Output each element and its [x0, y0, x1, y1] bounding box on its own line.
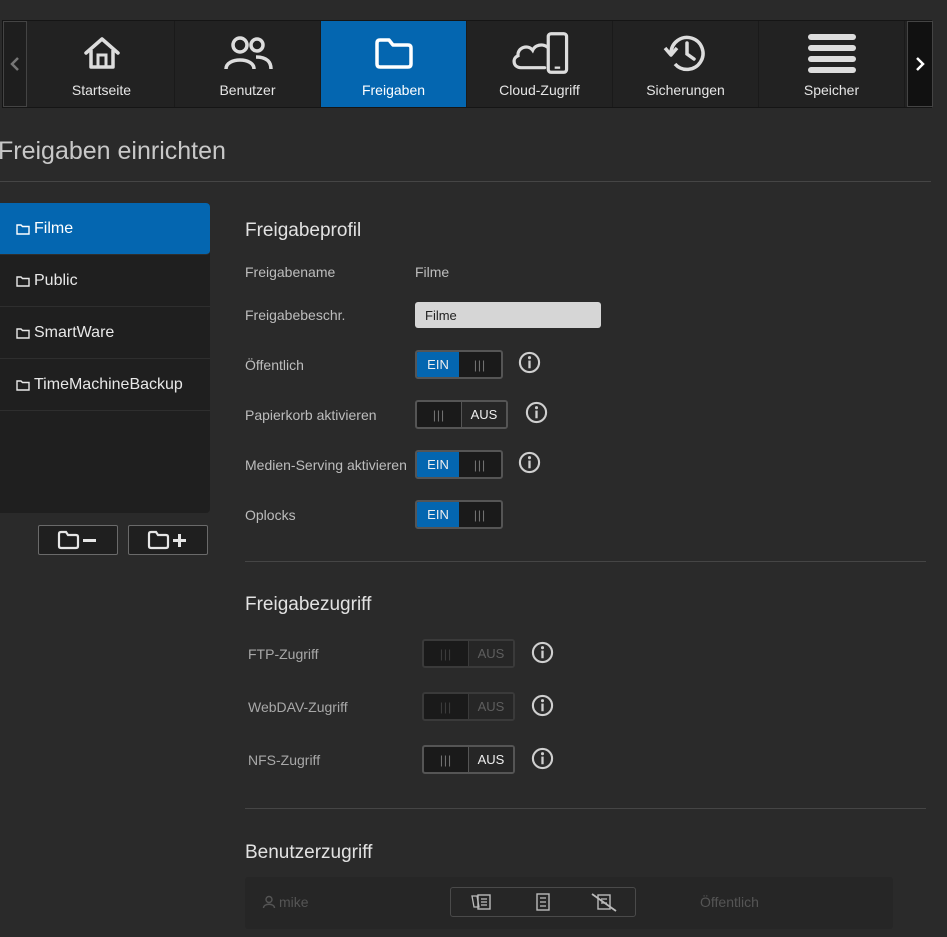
section-title-share-access: Freigabezugriff: [245, 594, 372, 615]
document-icon: [536, 893, 550, 911]
toggle-state: EIN: [417, 452, 459, 477]
nav-label: Benutzer: [219, 82, 276, 98]
home-icon: [83, 37, 120, 69]
nav-label: Freigaben: [361, 82, 426, 98]
share-name-value: Filme: [415, 264, 450, 280]
info-icon[interactable]: [531, 747, 554, 770]
section-title-share-profile: Freigabeprofil: [245, 220, 362, 241]
user-name: mike: [262, 894, 309, 910]
ftp-access-toggle[interactable]: ||| AUS: [422, 639, 515, 668]
share-description-input[interactable]: [415, 302, 601, 328]
divider: [245, 561, 926, 562]
user-name-text: mike: [279, 894, 309, 910]
toggle-state: AUS: [461, 402, 506, 427]
nfs-access-label: NFS-Zugriff: [248, 752, 321, 768]
main-navigation: Startseite Benutzer Freigaben Cloud-Zugr…: [2, 20, 933, 108]
public-toggle[interactable]: EIN |||: [415, 350, 503, 379]
folder-plus-icon: [147, 530, 186, 550]
read-only-button[interactable]: [512, 888, 573, 916]
toggle-grip: |||: [473, 507, 487, 522]
public-label: Öffentlich: [245, 357, 304, 373]
history-icon: [663, 35, 705, 72]
nav-scroll-right-button[interactable]: [907, 21, 933, 107]
folder-minus-icon: [57, 530, 96, 550]
webdav-access-toggle[interactable]: ||| AUS: [422, 692, 515, 721]
ftp-access-label: FTP-Zugriff: [248, 646, 319, 662]
nav-item-home[interactable]: Startseite: [29, 21, 175, 107]
user-access-row: mike Öffentlich: [245, 877, 893, 929]
folder-icon: [16, 379, 30, 391]
section-title-user-access: Benutzerzugriff: [245, 842, 373, 863]
toggle-grip: |||: [473, 357, 487, 372]
nav-item-backups[interactable]: Sicherungen: [613, 21, 759, 107]
user-icon: [262, 895, 276, 909]
info-icon[interactable]: [531, 641, 554, 664]
nav-item-cloud-access[interactable]: Cloud-Zugriff: [467, 21, 613, 107]
storage-icon: [807, 34, 856, 73]
oplocks-toggle[interactable]: EIN |||: [415, 500, 503, 529]
trash-toggle[interactable]: ||| AUS: [415, 400, 508, 429]
toggle-grip: |||: [439, 752, 453, 767]
no-access-icon: [591, 893, 617, 912]
oplocks-label: Oplocks: [245, 507, 296, 523]
share-item-timemachinebackup[interactable]: TimeMachineBackup: [0, 359, 210, 411]
toggle-grip: |||: [439, 699, 453, 714]
share-item-label: Filme: [34, 219, 74, 237]
nav-label: Sicherungen: [646, 82, 725, 98]
share-item-filme[interactable]: Filme: [0, 203, 210, 255]
full-access-button[interactable]: [451, 888, 512, 916]
share-description-label: Freigabebeschr.: [245, 307, 346, 323]
nav-label: Speicher: [803, 82, 860, 98]
info-icon[interactable]: [525, 401, 548, 424]
toggle-state: AUS: [468, 747, 513, 772]
share-item-smartware[interactable]: SmartWare: [0, 307, 210, 359]
nav-scroll-left-button[interactable]: [3, 21, 27, 107]
add-share-button[interactable]: [128, 525, 208, 555]
info-icon[interactable]: [518, 451, 541, 474]
cloud-device-icon: [512, 32, 568, 74]
users-icon: [223, 36, 273, 70]
toggle-grip: |||: [439, 646, 453, 661]
share-list: Filme Public SmartWare TimeMachineBackup: [0, 203, 210, 513]
media-serving-label: Medien-Serving aktivieren: [245, 457, 407, 473]
user-access-status: Öffentlich: [700, 894, 759, 910]
divider: [0, 181, 931, 182]
nav-label: Startseite: [71, 82, 132, 98]
folder-icon: [374, 38, 413, 69]
webdav-access-label: WebDAV-Zugriff: [248, 699, 348, 715]
toggle-grip: |||: [432, 407, 446, 422]
nav-item-shares[interactable]: Freigaben: [321, 21, 467, 107]
toggle-state: EIN: [417, 502, 459, 527]
chevron-left-icon: [10, 57, 19, 71]
toggle-state: AUS: [468, 694, 513, 719]
share-item-label: Public: [34, 271, 78, 289]
folder-icon: [16, 275, 30, 287]
info-icon[interactable]: [518, 351, 541, 374]
toggle-state: EIN: [417, 352, 459, 377]
info-icon[interactable]: [531, 694, 554, 717]
nav-item-storage[interactable]: Speicher: [759, 21, 905, 107]
nav-label: Cloud-Zugriff: [499, 82, 580, 98]
share-item-label: SmartWare: [34, 323, 115, 341]
share-item-public[interactable]: Public: [0, 255, 210, 307]
media-serving-toggle[interactable]: EIN |||: [415, 450, 503, 479]
toggle-grip: |||: [473, 457, 487, 472]
no-access-button[interactable]: [574, 888, 635, 916]
toggle-state: AUS: [468, 641, 513, 666]
user-permission-group: [450, 887, 636, 917]
page-title: Freigaben einrichten: [0, 137, 226, 165]
share-name-label: Freigabename: [245, 264, 336, 280]
trash-label: Papierkorb aktivieren: [245, 407, 377, 423]
nfs-access-toggle[interactable]: ||| AUS: [422, 745, 515, 774]
share-item-label: TimeMachineBackup: [34, 375, 183, 393]
folder-icon: [16, 223, 30, 235]
chevron-right-icon: [916, 57, 925, 71]
folder-icon: [16, 327, 30, 339]
read-write-icon: [470, 894, 491, 910]
nav-item-users[interactable]: Benutzer: [175, 21, 321, 107]
remove-share-button[interactable]: [38, 525, 118, 555]
divider: [245, 808, 926, 809]
